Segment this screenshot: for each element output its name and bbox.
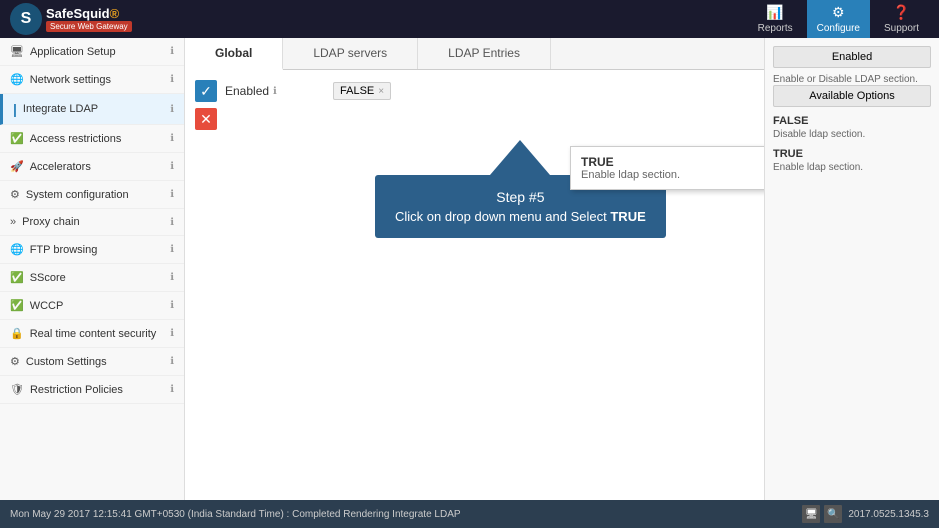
help-icon-6: ℹ	[170, 217, 174, 228]
help-icon-5: ℹ	[170, 189, 174, 200]
proxy-icon: »	[10, 216, 16, 228]
sidebar-item-network-settings[interactable]: 🌐 Network settings ℹ	[0, 66, 184, 94]
sidebar-item-proxy-chain[interactable]: » Proxy chain ℹ	[0, 209, 184, 236]
cancel-form-row: ✕	[195, 108, 754, 130]
enabled-label: Enabled ℹ	[225, 84, 325, 98]
help-icon-8: ℹ	[170, 272, 174, 283]
help-icon-12: ℹ	[170, 384, 174, 395]
restriction-icon: 🛡	[10, 383, 24, 396]
sscore-icon: ✅	[10, 271, 24, 284]
content-body: ✓ Enabled ℹ FALSE × ✕ TRUE E	[185, 70, 764, 146]
wccp-icon: ✅	[10, 299, 24, 312]
sysconfig-icon: ⚙	[10, 188, 20, 201]
sidebar-item-sscore[interactable]: ✅ SScore ℹ	[0, 264, 184, 292]
dropdown-true-label: TRUE	[581, 155, 764, 169]
sidebar-item-realtime-content[interactable]: 🔒 Real time content security ℹ	[0, 320, 184, 348]
logo-name: SafeSquid®	[46, 6, 132, 21]
accelerators-icon: 🚀	[10, 160, 24, 173]
true-label: TRUE	[773, 148, 931, 160]
help-icon-11: ℹ	[170, 356, 174, 367]
status-icon-1[interactable]: 🖥	[802, 505, 820, 523]
dropdown-option-true[interactable]: TRUE Enable ldap section.	[571, 147, 764, 189]
nav-support[interactable]: ❓ Support	[874, 0, 929, 38]
tab-ldap-entries[interactable]: LDAP Entries	[418, 38, 551, 69]
true-desc: Enable ldap section.	[773, 162, 931, 173]
sidebar-item-ftp-browsing[interactable]: 🌐 FTP browsing ℹ	[0, 236, 184, 264]
sidebar-item-integrate-ldap[interactable]: | Integrate LDAP ℹ	[0, 94, 184, 125]
configure-icon: ⚙	[832, 4, 845, 21]
sidebar: 🖥 Application Setup ℹ 🌐 Network settings…	[0, 38, 185, 500]
network-icon: 🌐	[10, 73, 24, 86]
false-section: FALSE Disable ldap section.	[773, 115, 931, 140]
status-icons: 🖥 🔍	[802, 505, 842, 523]
status-version-area: 🖥 🔍 2017.0525.1345.3	[802, 505, 929, 523]
false-label: FALSE	[773, 115, 931, 127]
application-setup-icon: 🖥	[10, 45, 24, 58]
right-panel: Enabled Enable or Disable LDAP section. …	[764, 38, 939, 500]
available-options-btn[interactable]: Available Options	[773, 85, 931, 107]
main-layout: 🖥 Application Setup ℹ 🌐 Network settings…	[0, 38, 939, 500]
header: S SafeSquid® Secure Web Gateway 📊 Report…	[0, 0, 939, 38]
logo: S SafeSquid® Secure Web Gateway	[10, 3, 132, 35]
status-text: Mon May 29 2017 12:15:41 GMT+0530 (India…	[10, 509, 461, 520]
support-icon: ❓	[893, 4, 910, 21]
sidebar-item-system-config[interactable]: ⚙ System configuration ℹ	[0, 181, 184, 209]
enable-disable-desc: Enable or Disable LDAP section.	[773, 74, 931, 85]
header-nav: 📊 Reports ⚙ Configure ❓ Support	[748, 0, 929, 38]
status-icon-2[interactable]: 🔍	[824, 505, 842, 523]
tooltip-line1: Step #5	[395, 189, 646, 205]
help-icon-2: ℹ	[170, 104, 174, 115]
help-icon-3: ℹ	[170, 133, 174, 144]
enabled-value-tag[interactable]: FALSE ×	[333, 82, 391, 100]
sidebar-item-accelerators[interactable]: 🚀 Accelerators ℹ	[0, 153, 184, 181]
ftp-icon: 🌐	[10, 243, 24, 256]
sidebar-item-wccp[interactable]: ✅ WCCP ℹ	[0, 292, 184, 320]
version-text: 2017.0525.1345.3	[848, 509, 929, 520]
enabled-panel-btn[interactable]: Enabled	[773, 46, 931, 68]
realtime-icon: 🔒	[10, 327, 24, 340]
check-icon: ✓	[195, 80, 217, 102]
true-section: TRUE Enable ldap section.	[773, 148, 931, 173]
nav-configure[interactable]: ⚙ Configure	[807, 0, 870, 38]
enabled-form-row: ✓ Enabled ℹ FALSE ×	[195, 80, 754, 102]
enabled-help-icon: ℹ	[273, 86, 277, 97]
help-icon-9: ℹ	[170, 300, 174, 311]
sidebar-item-application-setup[interactable]: 🖥 Application Setup ℹ	[0, 38, 184, 66]
custom-icon: ⚙	[10, 355, 20, 368]
content-area: Global LDAP servers LDAP Entries ✓ Enabl…	[185, 38, 764, 500]
sidebar-item-access-restrictions[interactable]: ✅ Access restrictions ℹ	[0, 125, 184, 153]
tooltip-line2: Click on drop down menu and Select TRUE	[395, 209, 646, 224]
status-bar: Mon May 29 2017 12:15:41 GMT+0530 (India…	[0, 500, 939, 528]
tab-ldap-servers[interactable]: LDAP servers	[283, 38, 418, 69]
false-desc: Disable ldap section.	[773, 129, 931, 140]
nav-reports[interactable]: 📊 Reports	[748, 0, 803, 38]
reports-icon: 📊	[766, 4, 783, 21]
logo-subtitle: Secure Web Gateway	[46, 21, 132, 32]
help-icon-1: ℹ	[170, 74, 174, 85]
content-tabs: Global LDAP servers LDAP Entries	[185, 38, 764, 70]
tag-close-icon[interactable]: ×	[378, 86, 384, 97]
ldap-icon: |	[13, 101, 17, 117]
dropdown-true-desc: Enable ldap section.	[581, 169, 764, 181]
help-icon-0: ℹ	[170, 46, 174, 57]
tab-global[interactable]: Global	[185, 38, 283, 70]
access-icon: ✅	[10, 132, 24, 145]
x-button[interactable]: ✕	[195, 108, 217, 130]
help-icon-7: ℹ	[170, 244, 174, 255]
help-icon-4: ℹ	[170, 161, 174, 172]
logo-icon: S	[10, 3, 42, 35]
sidebar-item-restriction-policies[interactable]: 🛡 Restriction Policies ℹ	[0, 376, 184, 404]
sidebar-item-custom-settings[interactable]: ⚙ Custom Settings ℹ	[0, 348, 184, 376]
help-icon-10: ℹ	[170, 328, 174, 339]
dropdown-menu[interactable]: TRUE Enable ldap section.	[570, 146, 764, 190]
tooltip-arrow	[490, 140, 550, 175]
